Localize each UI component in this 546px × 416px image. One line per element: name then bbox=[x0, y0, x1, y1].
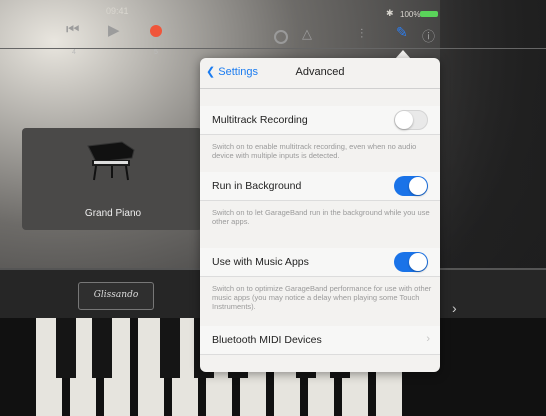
run-in-background-toggle[interactable] bbox=[394, 176, 428, 196]
record-button[interactable] bbox=[150, 25, 162, 37]
black-key[interactable] bbox=[92, 318, 112, 378]
row-label: Run in Background bbox=[212, 180, 302, 192]
row-label: Use with Music Apps bbox=[212, 256, 309, 268]
ruler-mark: 5 bbox=[154, 49, 158, 56]
popover-nav-bar: ❮ Settings Advanced bbox=[200, 58, 440, 89]
instrument-name: Grand Piano bbox=[84, 208, 142, 219]
row-description: Switch on to enable multitrack recording… bbox=[212, 142, 417, 160]
row-label: Multitrack Recording bbox=[212, 114, 308, 126]
bluetooth-icon: ✱ bbox=[386, 8, 394, 18]
advanced-settings-popover: ❮ Settings Advanced Multitrack Recording… bbox=[200, 58, 440, 372]
use-with-music-apps-row: Use with Music Apps bbox=[200, 248, 440, 277]
black-key[interactable] bbox=[56, 318, 76, 378]
multitrack-recording-toggle[interactable] bbox=[394, 110, 428, 130]
metronome-icon[interactable]: △ bbox=[302, 26, 312, 42]
multitrack-recording-row: Multitrack Recording bbox=[200, 106, 440, 135]
chevron-icon: › bbox=[452, 300, 457, 316]
row-label: Bluetooth MIDI Devices bbox=[212, 334, 322, 346]
status-time: 09:41 bbox=[106, 6, 129, 16]
row-description: Switch on to optimize GarageBand perform… bbox=[212, 284, 432, 311]
toggle-knob bbox=[395, 111, 413, 129]
bluetooth-midi-devices-row[interactable]: Bluetooth MIDI Devices › bbox=[200, 326, 440, 355]
chevron-right-icon: › bbox=[426, 333, 430, 345]
toggle-knob bbox=[409, 177, 427, 195]
rewind-icon[interactable]: ⏮ bbox=[66, 21, 80, 38]
toggle-knob bbox=[409, 253, 427, 271]
run-in-background-row: Run in Background bbox=[200, 172, 440, 201]
popover-title: Advanced bbox=[295, 66, 345, 78]
use-with-music-apps-toggle[interactable] bbox=[394, 252, 428, 272]
row-description: Switch on to let GarageBand run in the b… bbox=[212, 208, 430, 226]
glissando-button[interactable]: Glissando bbox=[78, 282, 154, 310]
black-key[interactable] bbox=[160, 318, 180, 378]
mixer-icon[interactable]: ⫶ bbox=[360, 26, 363, 42]
loop-icon[interactable] bbox=[274, 30, 288, 44]
grand-piano-icon bbox=[87, 141, 135, 181]
ipad-screen: 09:41 ✱ 100% ⏮ ▶ △ ⫶ ✎ ⓘ 4 5 Grand Piano… bbox=[0, 0, 546, 416]
ruler-mark: 4 bbox=[72, 49, 76, 56]
instrument-card[interactable]: Grand Piano bbox=[22, 128, 202, 230]
play-icon[interactable]: ▶ bbox=[108, 21, 120, 39]
settings-wrench-icon[interactable]: ✎ bbox=[396, 24, 408, 41]
battery-icon bbox=[420, 11, 438, 17]
help-icon[interactable]: ⓘ bbox=[422, 26, 435, 45]
battery-percent: 100% bbox=[400, 10, 421, 19]
